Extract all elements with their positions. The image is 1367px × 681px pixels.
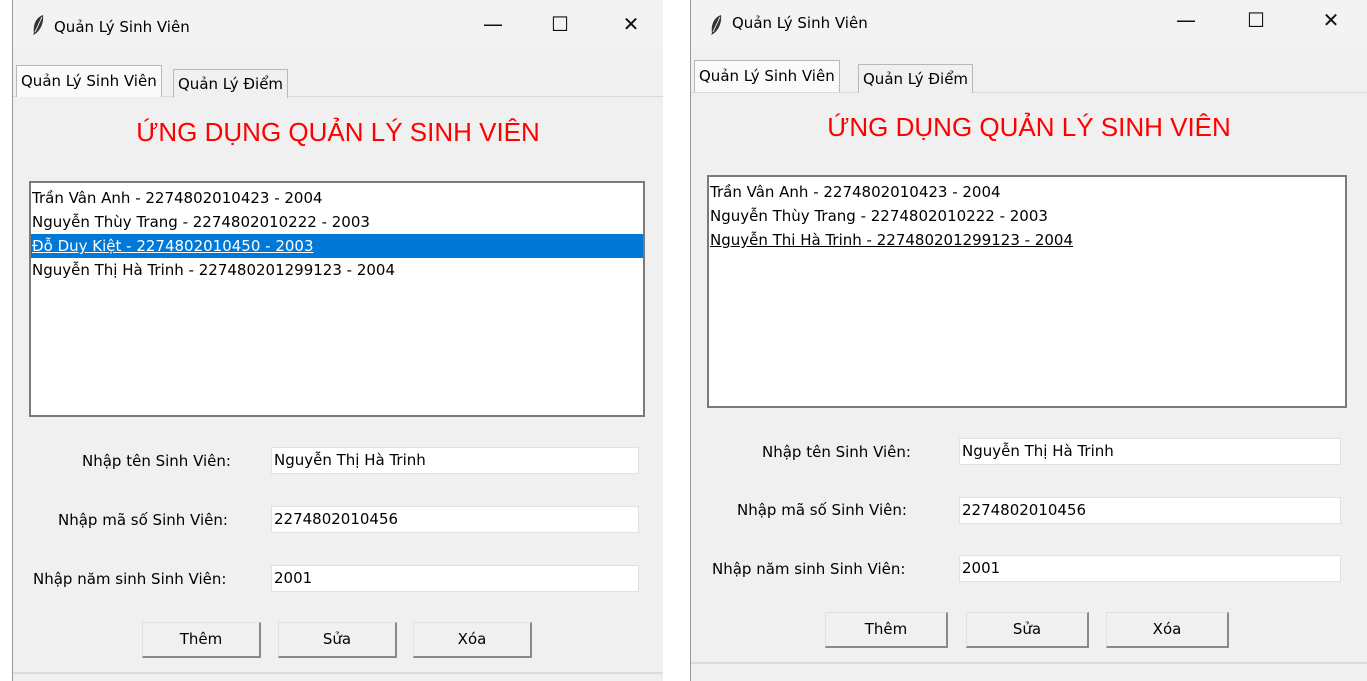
name-field[interactable]: Nguyễn Thị Hà Trinh xyxy=(271,447,639,474)
id-field[interactable]: 2274802010456 xyxy=(959,497,1341,524)
app-window-1: Quản Lý Sinh Viên — ☐ ✕ Quản Lý Sinh Viê… xyxy=(12,0,663,681)
add-button[interactable]: Thêm xyxy=(142,622,261,658)
list-item[interactable]: Trần Vân Anh - 2274802010423 - 2004 xyxy=(709,180,1345,204)
page-heading: ỨNG DỤNG QUẢN LÝ SINH VIÊN xyxy=(827,112,1231,142)
delete-button[interactable]: Xóa xyxy=(1106,612,1229,648)
id-field[interactable]: 2274802010456 xyxy=(271,506,639,533)
id-label: Nhập mã số Sinh Viên: xyxy=(737,501,907,519)
tab-bar: Quản Lý Sinh Viên Quản Lý Điểm xyxy=(13,48,663,98)
name-label: Nhập tên Sinh Viên: xyxy=(82,452,231,470)
edit-button[interactable]: Sửa xyxy=(966,612,1089,648)
delete-button[interactable]: Xóa xyxy=(413,622,532,658)
minimize-button[interactable]: — xyxy=(473,8,513,40)
window-bottom-edge xyxy=(13,672,663,674)
edit-button[interactable]: Sửa xyxy=(278,622,397,658)
tab-grade-management[interactable]: Quản Lý Điểm xyxy=(858,64,974,93)
year-label: Nhập năm sinh Sinh Viên: xyxy=(712,560,906,578)
feather-icon xyxy=(33,15,44,35)
id-label: Nhập mã số Sinh Viên: xyxy=(58,511,228,529)
app-window-2: Quản Lý Sinh Viên — ☐ ✕ Quản Lý Sinh Viê… xyxy=(690,0,1367,681)
tab-grade-management[interactable]: Quản Lý Điểm xyxy=(173,69,289,98)
list-item-active[interactable]: Nguyễn Thi Hà Trinh - 227480201299123 - … xyxy=(709,228,1345,252)
name-label: Nhập tên Sinh Viên: xyxy=(762,443,911,461)
tab-student-management[interactable]: Quản Lý Sinh Viên xyxy=(694,60,840,92)
student-listbox[interactable]: Trần Vân Anh - 2274802010423 - 2004 Nguy… xyxy=(707,175,1347,408)
year-field[interactable]: 2001 xyxy=(959,555,1341,582)
list-item-selected[interactable]: Đỗ Duy Kiệt - 2274802010450 - 2003 xyxy=(31,234,643,258)
window-title: Quản Lý Sinh Viên xyxy=(54,18,190,36)
maximize-button[interactable]: ☐ xyxy=(540,8,580,40)
close-button[interactable]: ✕ xyxy=(611,8,651,40)
maximize-button[interactable]: ☐ xyxy=(1236,4,1276,36)
student-listbox[interactable]: Trần Vân Anh - 2274802010423 - 2004 Nguy… xyxy=(29,181,645,417)
title-bar: Quản Lý Sinh Viên — ☐ ✕ xyxy=(691,0,1367,48)
list-item[interactable]: Nguyễn Thùy Trang - 2274802010222 - 2003 xyxy=(31,210,643,234)
list-item[interactable]: Nguyễn Thùy Trang - 2274802010222 - 2003 xyxy=(709,204,1345,228)
feather-icon xyxy=(711,15,722,35)
minimize-button[interactable]: — xyxy=(1166,4,1206,36)
page-heading: ỨNG DỤNG QUẢN LÝ SINH VIÊN xyxy=(136,117,540,147)
window-title: Quản Lý Sinh Viên xyxy=(732,14,868,32)
window-bottom-edge xyxy=(691,662,1367,664)
list-item[interactable]: Trần Vân Anh - 2274802010423 - 2004 xyxy=(31,186,643,210)
tab-bar: Quản Lý Sinh Viên Quản Lý Điểm xyxy=(691,44,1367,93)
name-field[interactable]: Nguyễn Thị Hà Trinh xyxy=(959,438,1341,465)
year-field[interactable]: 2001 xyxy=(271,565,639,592)
add-button[interactable]: Thêm xyxy=(825,612,948,648)
title-bar: Quản Lý Sinh Viên — ☐ ✕ xyxy=(13,0,663,48)
close-button[interactable]: ✕ xyxy=(1311,4,1351,36)
tab-student-management[interactable]: Quản Lý Sinh Viên xyxy=(16,65,162,97)
list-item[interactable]: Nguyễn Thị Hà Trinh - 227480201299123 - … xyxy=(31,258,643,282)
year-label: Nhập năm sinh Sinh Viên: xyxy=(33,570,227,588)
